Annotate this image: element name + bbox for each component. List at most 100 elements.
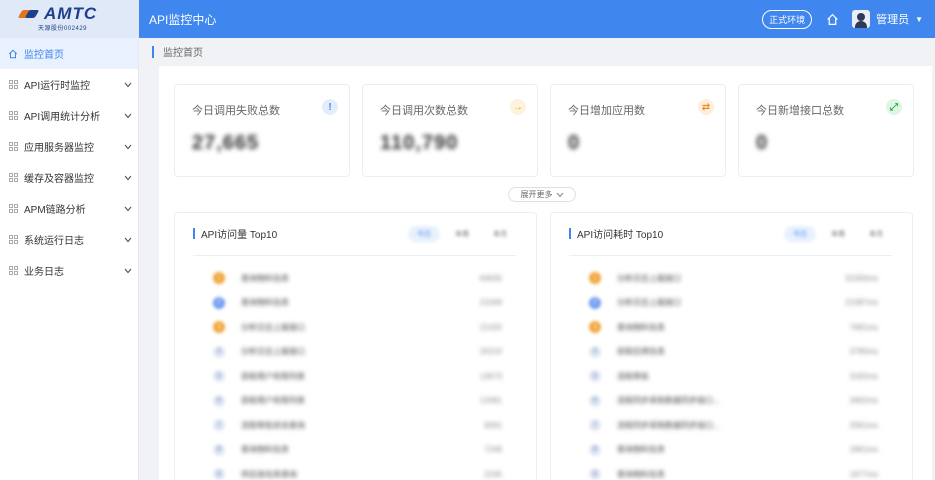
- rank-badge: 4: [213, 345, 225, 358]
- rank-badge: 8: [589, 443, 601, 456]
- api-metric: 21049: [479, 298, 502, 308]
- api-name: 分析日志上报接口: [617, 298, 681, 308]
- tab-period[interactable]: 本月: [860, 226, 892, 242]
- rank-badge: 9: [589, 468, 601, 480]
- environment-badge[interactable]: 正式环境: [762, 9, 813, 29]
- expand-more-label: 展开更多: [520, 190, 553, 199]
- rank-list: 1 分析日志上报接口 31583ms 2 分析日志上报接口 21087ms 3 查询物料信息 7…: [589, 266, 878, 480]
- expand-more-button[interactable]: 展开更多: [508, 187, 576, 202]
- list-item[interactable]: 3 查询物料信息 7681ms: [589, 315, 878, 340]
- rank-badge: 7: [213, 419, 225, 432]
- breadcrumb: 监控首页: [152, 44, 203, 59]
- tab-period[interactable]: 本周: [446, 226, 478, 242]
- stat-title: 今日调用次数总数: [380, 105, 468, 117]
- api-name: 流程同步采购数据同步接口...: [617, 420, 720, 430]
- api-metric: 21420: [479, 322, 502, 332]
- user-menu[interactable]: 管理员 ▼: [852, 10, 923, 28]
- api-name: 分析日志上报接口: [617, 273, 681, 283]
- api-metric: 31583ms: [845, 273, 878, 283]
- sidebar-item-label: 缓存及容器监控: [24, 174, 94, 185]
- api-metric: 12491: [479, 396, 502, 406]
- rank-badge: 3: [589, 321, 601, 334]
- home-icon: [8, 49, 18, 59]
- stat-value: 0: [568, 132, 581, 154]
- sidebar-item-2[interactable]: API调用统计分析: [0, 100, 138, 131]
- list-item[interactable]: 6 流程同步采购数据同步接口... 2662ms: [589, 389, 878, 414]
- list-item[interactable]: 2 查询物料信息 21049: [213, 291, 502, 316]
- api-metric: 8261: [484, 420, 502, 430]
- api-name: 查询物料信息: [617, 469, 665, 479]
- api-name: 获取应用信息: [617, 347, 665, 357]
- stat-card: 今日调用次数总数 → 110,790: [362, 84, 538, 177]
- sidebar-item-label: API运行时监控: [24, 81, 91, 92]
- list-item[interactable]: 8 查询物料信息 7249: [213, 438, 502, 463]
- stat-title: 今日新增接口总数: [756, 105, 844, 117]
- grid-icon: [8, 142, 18, 152]
- logo[interactable]: AMTC 天源股份002429: [0, 0, 139, 38]
- breadcrumb-accent: [152, 45, 154, 58]
- app-title: API监控中心: [149, 12, 217, 27]
- sidebar-item-3[interactable]: 应用服务器监控: [0, 131, 138, 162]
- api-metric: 13673: [479, 371, 502, 381]
- api-metric: 2662ms: [849, 396, 878, 406]
- api-name: 获取用户权限列表: [241, 371, 305, 381]
- chevron-down-icon: [124, 266, 132, 276]
- sidebar-item-1[interactable]: API运行时监控: [0, 69, 138, 100]
- api-name: 获取用户权限列表: [241, 396, 305, 406]
- stat-value: 0: [756, 132, 769, 154]
- api-name: 查询物料信息: [617, 322, 665, 332]
- dashboard-panel: 展开更多 今日调用失败总数! 27,665 今日调用次数总数 → 110,790 今日增加…: [159, 66, 932, 480]
- list-item[interactable]: 4 获取应用信息 3780ms: [589, 340, 878, 365]
- api-name: 查询物料信息: [241, 298, 289, 308]
- rank-badge: 5: [213, 370, 225, 383]
- rank-panel: API访问量 Top10 今日 本周 本月 1 查询物料信息 64635 2 查询物料信息 210…: [174, 212, 537, 480]
- breadcrumb-label[interactable]: 监控首页: [163, 44, 203, 59]
- rank-list: 1 查询物料信息 64635 2 查询物料信息 21049 3 分析日志上报接口 21420 4 分…: [213, 266, 502, 480]
- tab-period[interactable]: 本周: [822, 226, 854, 242]
- api-name: 流程审批: [617, 371, 649, 381]
- sidebar-item-label: 系统运行日志: [24, 236, 84, 247]
- list-item[interactable]: 4 分析日志上报接口 20210: [213, 340, 502, 365]
- list-item[interactable]: 8 查询物料信息 1861ms: [589, 438, 878, 463]
- rank-badge: 7: [589, 419, 601, 432]
- list-item[interactable]: 1 查询物料信息 64635: [213, 266, 502, 291]
- rank-badge: 2: [213, 296, 225, 309]
- rank-badge: 6: [589, 394, 601, 407]
- sidebar-item-label: 监控首页: [24, 50, 64, 61]
- list-item[interactable]: 2 分析日志上报接口 21087ms: [589, 291, 878, 316]
- api-name: 查询物料信息: [241, 273, 289, 283]
- chevron-down-icon: [124, 80, 132, 90]
- exchange-icon: ⇄: [698, 99, 714, 115]
- tab-period[interactable]: 今日: [408, 226, 440, 242]
- list-item[interactable]: 9 供应商信息查询 2245: [213, 462, 502, 480]
- chevron-down-icon: [124, 173, 132, 183]
- chevron-down-icon: [124, 204, 132, 214]
- list-item[interactable]: 3 分析日志上报接口 21420: [213, 315, 502, 340]
- list-item[interactable]: 5 获取用户权限列表 13673: [213, 364, 502, 389]
- chevron-down-icon: [124, 142, 132, 152]
- list-item[interactable]: 9 查询物料信息 1677ms: [589, 462, 878, 480]
- sidebar-item-6[interactable]: 系统运行日志: [0, 224, 138, 255]
- sidebar-item-label: API调用统计分析: [24, 112, 101, 123]
- api-name: 分析日志上报接口: [241, 322, 305, 332]
- home-icon[interactable]: [824, 11, 840, 27]
- sidebar-item-label: 业务日志: [24, 267, 64, 278]
- title-accent: [193, 228, 195, 239]
- list-item[interactable]: 6 获取用户权限列表 12491: [213, 389, 502, 414]
- list-item[interactable]: 7 流程同步采购数据同步接口... 2061ms: [589, 413, 878, 438]
- api-name: 查询物料信息: [241, 445, 289, 455]
- sidebar-item-7[interactable]: 业务日志: [0, 255, 138, 286]
- api-metric: 21087ms: [845, 298, 878, 308]
- user-name: 管理员: [876, 14, 910, 26]
- tab-period[interactable]: 今日: [784, 226, 816, 242]
- tab-period[interactable]: 本月: [484, 226, 516, 242]
- list-item[interactable]: 5 流程审批 3182ms: [589, 364, 878, 389]
- list-item[interactable]: 1 分析日志上报接口 31583ms: [589, 266, 878, 291]
- sidebar-item-4[interactable]: 缓存及容器监控: [0, 162, 138, 193]
- sidebar-item-5[interactable]: APM链路分析: [0, 193, 138, 224]
- logo-text: AMTC: [44, 4, 98, 23]
- rank-badge: 5: [589, 370, 601, 383]
- list-item[interactable]: 7 流程审批状态查询 8261: [213, 413, 502, 438]
- grid-icon: [8, 80, 18, 90]
- sidebar-item-0[interactable]: 监控首页: [0, 38, 138, 69]
